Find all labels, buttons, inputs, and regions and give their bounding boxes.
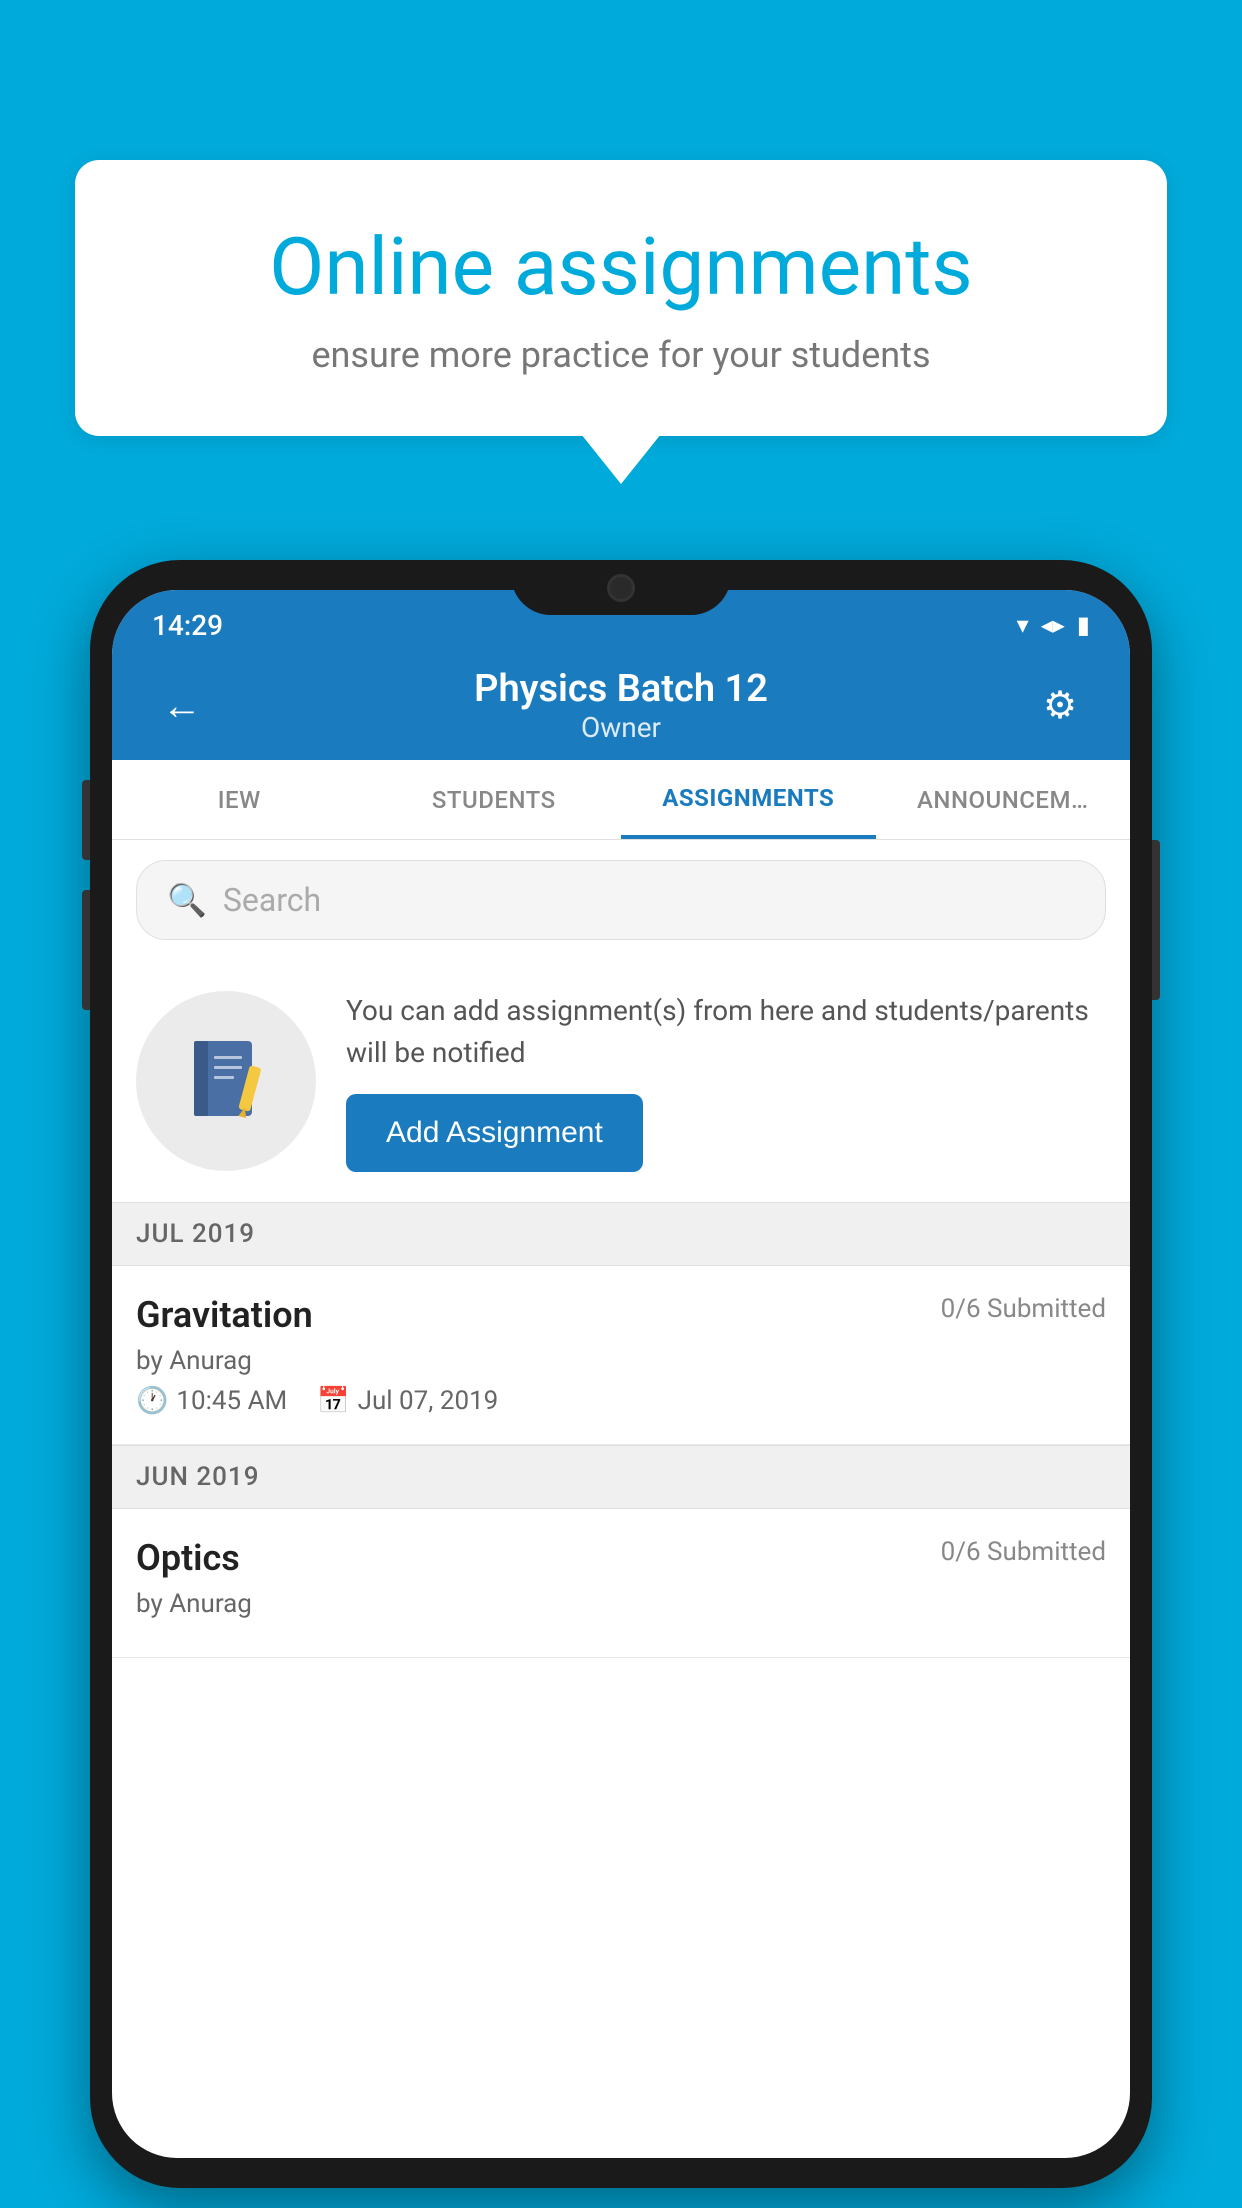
search-icon: 🔍 — [167, 881, 207, 919]
notebook-icon — [186, 1036, 266, 1126]
add-assignment-button[interactable]: Add Assignment — [346, 1094, 643, 1172]
assignment-item-header-optics: Optics 0/6 Submitted — [136, 1537, 1106, 1579]
status-time: 14:29 — [152, 609, 223, 642]
speech-bubble-container: Online assignments ensure more practice … — [75, 160, 1167, 436]
speech-bubble-title: Online assignments — [145, 220, 1097, 314]
assignment-item-gravitation[interactable]: Gravitation 0/6 Submitted by Anurag 🕐 10… — [112, 1266, 1130, 1445]
assignment-text-block: You can add assignment(s) from here and … — [346, 990, 1106, 1172]
phone-frame: 14:29 ▾ ◂▸ ▮ ← Physics Batch 12 Owner ⚙ — [90, 560, 1152, 2188]
assignment-meta: 🕐 10:45 AM 📅 Jul 07, 2019 — [136, 1386, 1106, 1416]
assignment-time: 🕐 10:45 AM — [136, 1386, 287, 1416]
battery-icon: ▮ — [1077, 611, 1090, 639]
speech-bubble-subtitle: ensure more practice for your students — [145, 334, 1097, 376]
assignment-title-optics: Optics — [136, 1537, 240, 1579]
tab-students[interactable]: STUDENTS — [367, 760, 622, 839]
assignment-icon-circle — [136, 991, 316, 1171]
phone-side-button-right — [1152, 840, 1160, 1000]
tab-assignments[interactable]: ASSIGNMENTS — [621, 760, 876, 839]
speech-bubble: Online assignments ensure more practice … — [75, 160, 1167, 436]
header-title: Physics Batch 12 — [212, 667, 1030, 711]
back-button[interactable]: ← — [152, 682, 212, 729]
month-header-jun: JUN 2019 — [112, 1445, 1130, 1509]
assignment-author: by Anurag — [136, 1346, 1106, 1376]
assignment-date-value: Jul 07, 2019 — [358, 1386, 499, 1416]
assignment-item-header: Gravitation 0/6 Submitted — [136, 1294, 1106, 1336]
assignment-author-optics: by Anurag — [136, 1589, 1106, 1619]
search-placeholder: Search — [223, 881, 321, 919]
app-header: ← Physics Batch 12 Owner ⚙ — [112, 650, 1130, 760]
assignment-submitted-optics: 0/6 Submitted — [941, 1537, 1106, 1567]
clock-icon: 🕐 — [136, 1386, 168, 1416]
status-icons: ▾ ◂▸ ▮ — [1017, 611, 1090, 639]
calendar-icon: 📅 — [317, 1386, 349, 1416]
wifi-icon: ▾ — [1017, 611, 1029, 639]
phone-container: 14:29 ▾ ◂▸ ▮ ← Physics Batch 12 Owner ⚙ — [90, 560, 1152, 2188]
tab-bar: IEW STUDENTS ASSIGNMENTS ANNOUNCEM… — [112, 760, 1130, 840]
search-bar[interactable]: 🔍 Search — [136, 860, 1106, 940]
assignment-prompt-text: You can add assignment(s) from here and … — [346, 990, 1106, 1074]
header-title-block: Physics Batch 12 Owner — [212, 667, 1030, 744]
assignment-item-optics[interactable]: Optics 0/6 Submitted by Anurag — [112, 1509, 1130, 1658]
tab-iew[interactable]: IEW — [112, 760, 367, 839]
phone-notch — [511, 560, 731, 615]
assignment-time-value: 10:45 AM — [176, 1386, 287, 1416]
phone-camera — [607, 574, 635, 602]
search-container: 🔍 Search — [112, 840, 1130, 960]
assignment-submitted: 0/6 Submitted — [941, 1294, 1106, 1324]
assignment-prompt: You can add assignment(s) from here and … — [112, 960, 1130, 1202]
phone-side-button-left2 — [82, 890, 90, 1010]
phone-screen: 14:29 ▾ ◂▸ ▮ ← Physics Batch 12 Owner ⚙ — [112, 590, 1130, 2158]
phone-side-button-left — [82, 780, 90, 860]
tab-announcements[interactable]: ANNOUNCEM… — [876, 760, 1131, 839]
settings-button[interactable]: ⚙ — [1030, 683, 1090, 728]
signal-icon: ◂▸ — [1041, 611, 1065, 639]
assignment-title: Gravitation — [136, 1294, 313, 1336]
month-header-jul: JUL 2019 — [112, 1202, 1130, 1266]
assignment-date: 📅 Jul 07, 2019 — [317, 1386, 498, 1416]
header-subtitle: Owner — [212, 711, 1030, 744]
